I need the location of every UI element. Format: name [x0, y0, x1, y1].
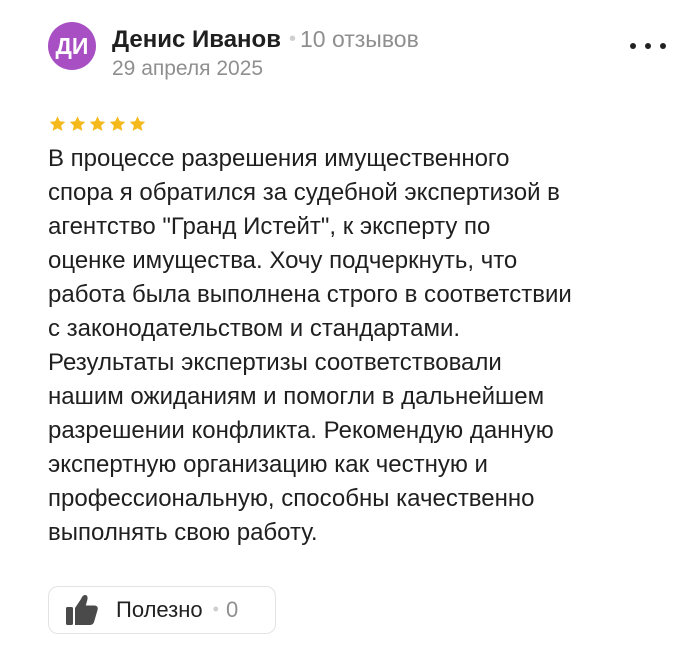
more-options-button[interactable]	[628, 34, 668, 58]
author-line: Денис Иванов • 10 отзывов	[112, 24, 419, 54]
author-review-count[interactable]: 10 отзывов	[300, 26, 419, 52]
ellipsis-icon-dot	[630, 43, 636, 49]
star-icon	[89, 116, 106, 131]
thumbs-up-icon	[66, 595, 98, 625]
star-icon	[49, 116, 66, 131]
separator-dot: •	[288, 28, 296, 50]
ellipsis-icon-dot	[660, 43, 666, 49]
review-text: В процессе разрешения имущественного спо…	[48, 145, 572, 546]
review-date: 29 апреля 2025	[112, 57, 264, 80]
star-icon	[109, 116, 126, 131]
author-meta: Денис Иванов • 10 отзывов 29 апреля 2025	[112, 24, 419, 82]
useful-label: Полезно	[116, 597, 203, 622]
avatar[interactable]: ДИ	[48, 22, 96, 70]
useful-button[interactable]: Полезно • 0	[48, 586, 276, 634]
review-card: ДИ Денис Иванов • 10 отзывов 29 апреля 202…	[0, 0, 684, 650]
star-icon	[129, 116, 146, 131]
star-rating	[48, 115, 147, 133]
author-name[interactable]: Денис Иванов	[112, 26, 281, 53]
separator-dot: •	[212, 598, 219, 619]
review-header: ДИ Денис Иванов • 10 отзывов 29 апреля 202…	[48, 20, 668, 90]
useful-count: 0	[225, 597, 239, 622]
ellipsis-icon-dot	[645, 43, 651, 49]
star-icon	[69, 116, 86, 131]
